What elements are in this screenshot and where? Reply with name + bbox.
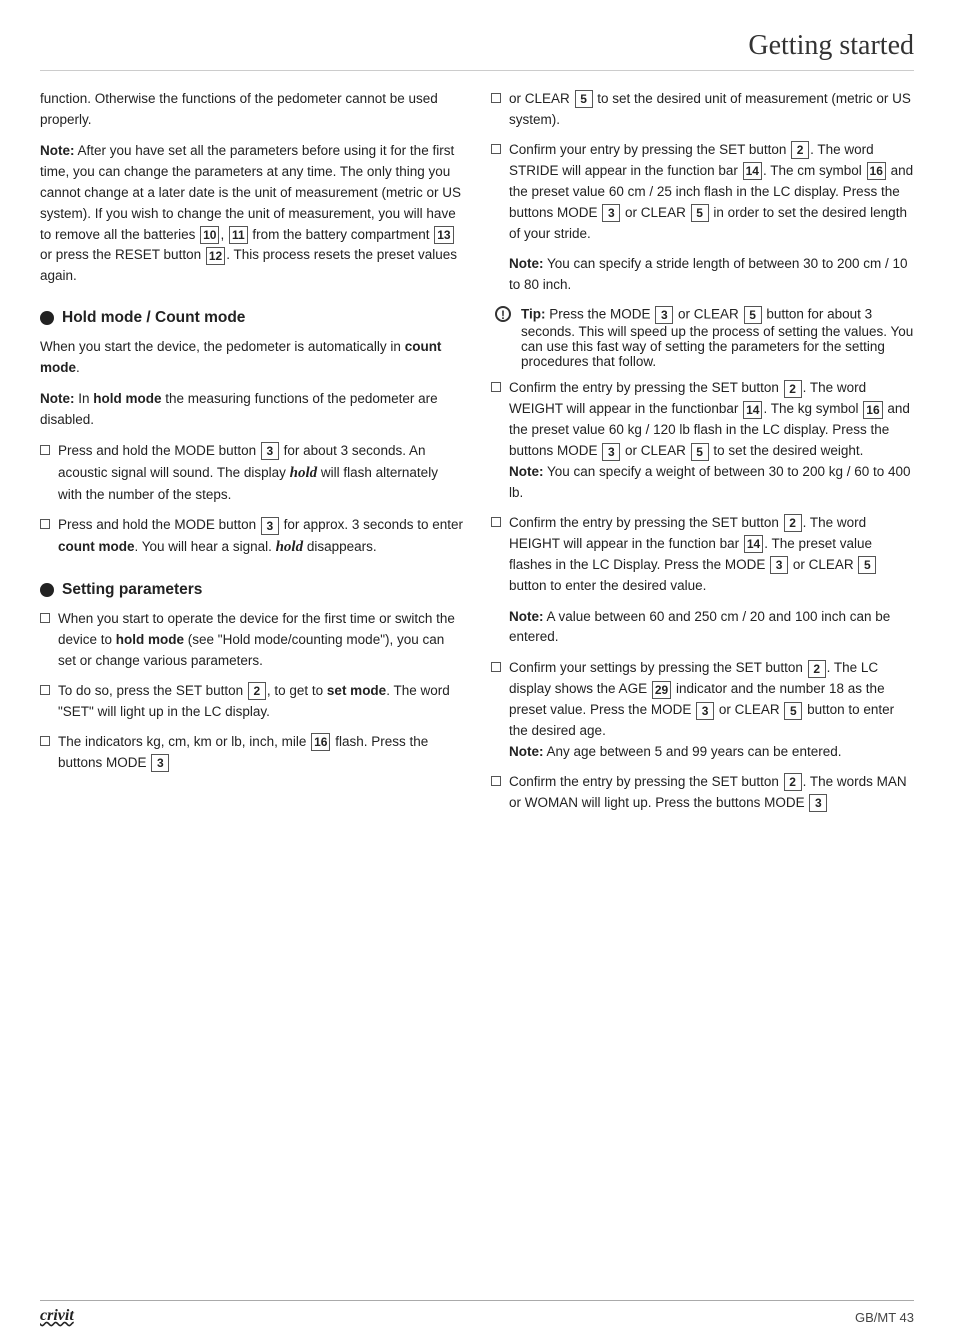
list-item: Confirm the entry by pressing the SET bu… xyxy=(491,378,914,504)
right-list: or CLEAR 5 to set the desired unit of me… xyxy=(491,89,914,244)
tip-icon: ! xyxy=(495,306,511,322)
list-bullet xyxy=(40,519,50,529)
two-column-layout: function. Otherwise the functions of the… xyxy=(40,89,914,824)
hold-mode-heading: Hold mode / Count mode xyxy=(40,309,463,327)
list-item: Confirm your entry by pressing the SET b… xyxy=(491,140,914,245)
hold-mode-list: Press and hold the MODE button 3 for abo… xyxy=(40,441,463,559)
right-list-2: Confirm the entry by pressing the SET bu… xyxy=(491,378,914,596)
right-column: or CLEAR 5 to set the desired unit of me… xyxy=(491,89,914,824)
page-footer: crivit GB/MT 43 xyxy=(40,1300,914,1325)
setting-params-heading: Setting parameters xyxy=(40,581,463,599)
bullet-icon xyxy=(40,311,54,325)
list-bullet xyxy=(491,144,501,154)
intro-p2: Note: After you have set all the paramet… xyxy=(40,141,463,287)
list-item: Confirm the entry by pressing the SET bu… xyxy=(491,772,914,814)
list-bullet xyxy=(491,776,501,786)
setting-params-list: When you start to operate the device for… xyxy=(40,609,463,773)
list-item: The indicators kg, cm, km or lb, inch, m… xyxy=(40,732,463,774)
list-item: To do so, press the SET button 2, to get… xyxy=(40,681,463,723)
list-bullet xyxy=(40,685,50,695)
list-bullet xyxy=(491,382,501,392)
list-bullet xyxy=(40,613,50,623)
page-number: GB/MT 43 xyxy=(855,1310,914,1325)
intro-p1: function. Otherwise the functions of the… xyxy=(40,89,463,131)
list-item: Press and hold the MODE button 3 for abo… xyxy=(40,441,463,506)
list-item: When you start to operate the device for… xyxy=(40,609,463,672)
hold-mode-intro: When you start the device, the pedometer… xyxy=(40,337,463,379)
left-column: function. Otherwise the functions of the… xyxy=(40,89,463,824)
page-title: Getting started xyxy=(748,30,914,61)
list-bullet xyxy=(40,445,50,455)
list-item: or CLEAR 5 to set the desired unit of me… xyxy=(491,89,914,131)
height-note: Note: A value between 60 and 250 cm / 20… xyxy=(491,607,914,649)
hold-mode-note: Note: In hold mode the measuring functio… xyxy=(40,389,463,431)
list-bullet xyxy=(491,517,501,527)
page-header: Getting started xyxy=(40,30,914,71)
stride-note: Note: You can specify a stride length of… xyxy=(491,254,914,296)
list-bullet xyxy=(491,93,501,103)
bullet-icon xyxy=(40,583,54,597)
tip-row: ! Tip: Press the MODE 3 or CLEAR 5 butto… xyxy=(491,306,914,369)
page: Getting started function. Otherwise the … xyxy=(0,0,954,1343)
list-item: Confirm your settings by pressing the SE… xyxy=(491,658,914,763)
list-bullet xyxy=(491,662,501,672)
list-bullet xyxy=(40,736,50,746)
right-list-3: Confirm your settings by pressing the SE… xyxy=(491,658,914,813)
list-item: Confirm the entry by pressing the SET bu… xyxy=(491,513,914,597)
brand-logo: crivit xyxy=(40,1307,74,1325)
list-item: Press and hold the MODE button 3 for app… xyxy=(40,515,463,559)
